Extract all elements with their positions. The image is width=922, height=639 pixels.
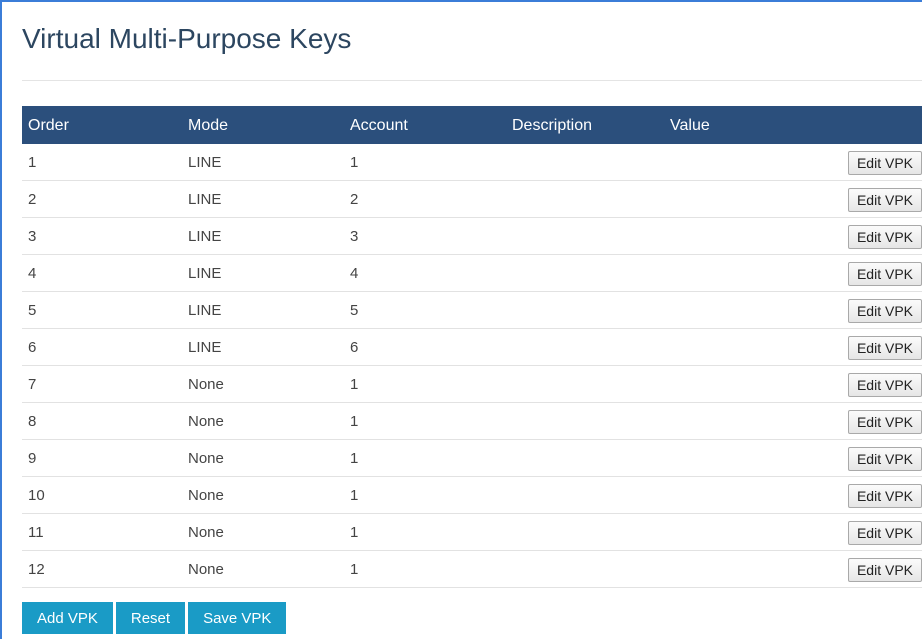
order-cell: 5 bbox=[28, 302, 37, 319]
action-bar: Add VPK Reset Save VPK bbox=[22, 602, 287, 634]
save-vpk-button[interactable]: Save VPK bbox=[188, 602, 287, 634]
edit-vpk-button[interactable]: Edit VPK bbox=[847, 521, 922, 545]
mode-cell: None bbox=[188, 487, 224, 504]
edit-vpk-button[interactable]: Edit VPK bbox=[847, 410, 922, 434]
edit-vpk-button[interactable]: Edit VPK bbox=[847, 151, 922, 175]
table-row: 5 LINE 5 Edit VPK bbox=[22, 292, 922, 329]
account-cell: 1 bbox=[350, 561, 359, 578]
edit-vpk-button[interactable]: Edit VPK bbox=[847, 558, 922, 582]
account-cell: 1 bbox=[350, 450, 359, 467]
mode-cell: LINE bbox=[188, 191, 222, 208]
header-account: Account bbox=[350, 117, 408, 134]
mode-cell: LINE bbox=[188, 339, 222, 356]
table-row: 6 LINE 6 Edit VPK bbox=[22, 329, 922, 366]
table-row: 11 None 1 Edit VPK bbox=[22, 514, 922, 551]
reset-button[interactable]: Reset bbox=[115, 602, 186, 634]
edit-vpk-button[interactable]: Edit VPK bbox=[847, 336, 922, 360]
order-cell: 3 bbox=[28, 228, 37, 245]
edit-vpk-button[interactable]: Edit VPK bbox=[847, 188, 922, 212]
edit-vpk-button[interactable]: Edit VPK bbox=[847, 484, 922, 508]
order-cell: 1 bbox=[28, 154, 37, 171]
edit-vpk-button[interactable]: Edit VPK bbox=[847, 262, 922, 286]
account-cell: 1 bbox=[350, 376, 359, 393]
page-title: Virtual Multi-Purpose Keys bbox=[22, 23, 352, 54]
mode-cell: LINE bbox=[188, 302, 222, 319]
account-cell: 1 bbox=[350, 154, 359, 171]
account-cell: 6 bbox=[350, 339, 359, 356]
mode-cell: None bbox=[188, 561, 224, 578]
table-header: Order Mode Account Description Value bbox=[22, 106, 922, 144]
order-cell: 12 bbox=[28, 561, 45, 578]
table-row: 3 LINE 3 Edit VPK bbox=[22, 218, 922, 255]
table-row: 9 None 1 Edit VPK bbox=[22, 440, 922, 477]
order-cell: 11 bbox=[28, 524, 44, 541]
table-body: 1 LINE 1 Edit VPK 2 LINE 2 Edit VPK 3 LINE 3 Edit V… bbox=[22, 144, 922, 588]
table-row: 2 LINE 2 Edit VPK bbox=[22, 181, 922, 218]
header-value: Value bbox=[670, 117, 710, 134]
table-row: 7 None 1 Edit VPK bbox=[22, 366, 922, 403]
mode-cell: None bbox=[188, 524, 224, 541]
account-cell: 5 bbox=[350, 302, 359, 319]
table-row: 1 LINE 1 Edit VPK bbox=[22, 144, 922, 181]
mode-cell: LINE bbox=[188, 265, 222, 282]
mode-cell: None bbox=[188, 413, 224, 430]
add-vpk-button[interactable]: Add VPK bbox=[22, 602, 113, 634]
header-mode: Mode bbox=[188, 117, 229, 134]
order-cell: 6 bbox=[28, 339, 37, 356]
mode-cell: LINE bbox=[188, 228, 222, 245]
account-cell: 1 bbox=[350, 413, 359, 430]
account-cell: 3 bbox=[350, 228, 359, 245]
table-row: 10 None 1 Edit VPK bbox=[22, 477, 922, 514]
mode-cell: LINE bbox=[188, 154, 222, 171]
account-cell: 2 bbox=[350, 191, 359, 208]
title-divider bbox=[22, 80, 922, 81]
edit-vpk-button[interactable]: Edit VPK bbox=[847, 373, 922, 397]
account-cell: 4 bbox=[350, 265, 359, 282]
account-cell: 1 bbox=[350, 487, 359, 504]
edit-vpk-button[interactable]: Edit VPK bbox=[847, 447, 922, 471]
table-row: 12 None 1 Edit VPK bbox=[22, 551, 922, 588]
mode-cell: None bbox=[188, 376, 224, 393]
order-cell: 8 bbox=[28, 413, 37, 430]
order-cell: 2 bbox=[28, 191, 37, 208]
order-cell: 7 bbox=[28, 376, 37, 393]
order-cell: 9 bbox=[28, 450, 37, 467]
header-order: Order bbox=[28, 117, 69, 134]
account-cell: 1 bbox=[350, 524, 359, 541]
edit-vpk-button[interactable]: Edit VPK bbox=[847, 225, 922, 249]
vpk-table: Order Mode Account Description Value 1 LI… bbox=[22, 106, 922, 588]
table-row: 8 None 1 Edit VPK bbox=[22, 403, 922, 440]
mode-cell: None bbox=[188, 450, 224, 467]
order-cell: 10 bbox=[28, 487, 45, 504]
order-cell: 4 bbox=[28, 265, 37, 282]
header-description: Description bbox=[512, 117, 593, 134]
table-row: 4 LINE 4 Edit VPK bbox=[22, 255, 922, 292]
edit-vpk-button[interactable]: Edit VPK bbox=[847, 299, 922, 323]
page-frame: Virtual Multi-Purpose Keys Order Mode Ac… bbox=[0, 0, 922, 639]
